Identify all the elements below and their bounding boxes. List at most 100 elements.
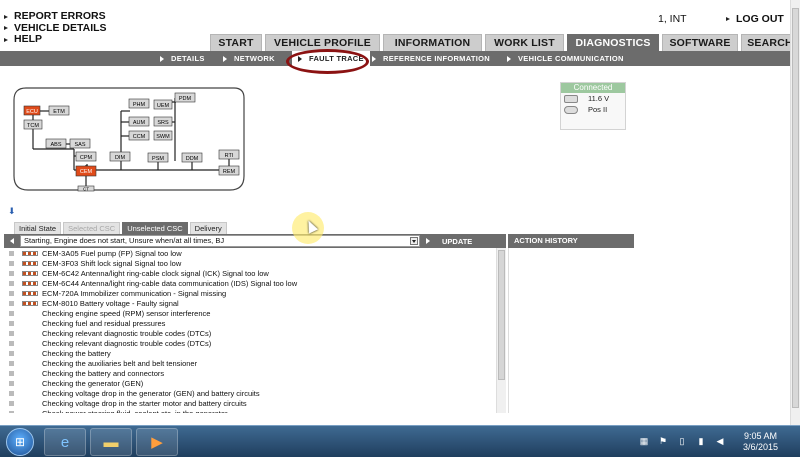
row-handle-icon[interactable] bbox=[9, 260, 14, 266]
list-item[interactable]: ECM-720A Immobilizer communication - Sig… bbox=[4, 288, 498, 298]
list-item-label: Checking fuel and residual pressures bbox=[42, 318, 166, 328]
module-dim-label: DIM bbox=[115, 155, 126, 161]
tab-unselected-csc[interactable]: Unselected CSC bbox=[122, 222, 188, 234]
list-item[interactable]: CEM-3F03 Shift lock signal Signal too lo… bbox=[4, 258, 498, 268]
list-item[interactable]: Checking the generator (GEN) bbox=[4, 378, 498, 388]
speaker-tray-icon[interactable]: ◀ bbox=[712, 434, 728, 448]
row-handle-icon[interactable] bbox=[9, 320, 14, 326]
arrow-icon bbox=[4, 26, 8, 31]
list-item-label: ECM-720A Immobilizer communication - Sig… bbox=[42, 288, 227, 298]
help-link[interactable]: HELP bbox=[4, 33, 107, 46]
row-handle-icon[interactable] bbox=[9, 340, 14, 346]
module-tcm-label: TCM bbox=[27, 123, 39, 129]
battery-row: 11.6 V bbox=[561, 93, 625, 104]
row-handle-icon[interactable] bbox=[9, 280, 14, 286]
logout-label: LOG OUT bbox=[736, 13, 784, 25]
row-handle-icon[interactable] bbox=[9, 380, 14, 386]
network-tray-icon[interactable]: ▦ bbox=[636, 434, 652, 448]
tab-selected-csc[interactable]: Selected CSC bbox=[63, 222, 121, 234]
list-item[interactable]: Checking voltage drop in the starter mot… bbox=[4, 398, 498, 408]
download-arrow-icon[interactable]: ⬇ bbox=[8, 206, 16, 217]
list-item[interactable]: CEM-6C44 Antenna/light ring-cable data c… bbox=[4, 278, 498, 288]
row-handle-icon[interactable] bbox=[9, 390, 14, 396]
flag-tray-icon[interactable]: ⚑ bbox=[655, 434, 671, 448]
clock-time: 9:05 AM bbox=[744, 431, 778, 441]
row-handle-icon[interactable] bbox=[9, 350, 14, 356]
list-item-label: Check power steering fluid, coolant etc.… bbox=[42, 408, 228, 414]
subtab-details-label: DETAILS bbox=[171, 54, 205, 63]
module-ecu-label: ECU bbox=[26, 109, 38, 115]
row-handle-icon[interactable] bbox=[9, 330, 14, 336]
list-item[interactable]: Checking the battery and connectors bbox=[4, 368, 498, 378]
list-item[interactable]: Checking fuel and residual pressures bbox=[4, 318, 498, 328]
row-handle-icon[interactable] bbox=[9, 250, 14, 256]
tab-start[interactable]: START bbox=[210, 34, 262, 51]
battery-icon bbox=[564, 94, 578, 103]
subtab-details[interactable]: DETAILS bbox=[160, 51, 205, 66]
tab-software[interactable]: SOFTWARE bbox=[662, 34, 738, 51]
logout-button[interactable]: LOG OUT bbox=[726, 13, 784, 25]
tab-information[interactable]: INFORMATION bbox=[383, 34, 482, 51]
tab-initial-state[interactable]: Initial State bbox=[14, 222, 62, 234]
list-item[interactable]: ECM-8010 Battery voltage - Faulty signal bbox=[4, 298, 498, 308]
subtab-vehicle-communication[interactable]: VEHICLE COMMUNICATION bbox=[507, 51, 624, 66]
subtab-network[interactable]: NETWORK bbox=[223, 51, 275, 66]
chevron-down-icon[interactable] bbox=[410, 237, 418, 245]
help-label: HELP bbox=[14, 33, 43, 45]
clock[interactable]: 9:05 AM 3/6/2015 bbox=[743, 431, 778, 453]
arrow-icon bbox=[507, 55, 511, 62]
list-item-label: Checking the auxiliaries belt and belt t… bbox=[42, 358, 198, 368]
sub-navigation: DETAILS NETWORK FAULT TRACE REFERENCE IN… bbox=[0, 51, 800, 66]
back-arrow-icon[interactable] bbox=[10, 238, 14, 244]
row-handle-icon[interactable] bbox=[9, 290, 14, 296]
taskbar: ⊞ e ▬ ▶ ▦ ⚑ ▯ ▮ ◀ 9:05 AM 3/6/2015 bbox=[0, 425, 800, 457]
internet-explorer-icon[interactable]: e bbox=[44, 428, 86, 456]
tab-diagnostics[interactable]: DIAGNOSTICS bbox=[567, 34, 659, 51]
list-item[interactable]: Checking engine speed (RPM) sensor inter… bbox=[4, 308, 498, 318]
battery-tray-icon[interactable]: ▮ bbox=[693, 434, 709, 448]
media-player-icon[interactable]: ▶ bbox=[136, 428, 178, 456]
file-explorer-icon[interactable]: ▬ bbox=[90, 428, 132, 456]
module-sas-label: SAS bbox=[74, 142, 85, 148]
list-scrollbar[interactable] bbox=[496, 248, 506, 413]
key-position: Pos II bbox=[588, 105, 608, 114]
module-aum-label: AUM bbox=[133, 120, 146, 126]
csc-tabs: Initial State Selected CSC Unselected CS… bbox=[14, 222, 229, 234]
list-item[interactable]: Checking the auxiliaries belt and belt t… bbox=[4, 358, 498, 368]
list-item-label: CEM-3F03 Shift lock signal Signal too lo… bbox=[42, 258, 182, 268]
list-item[interactable]: Checking voltage drop in the generator (… bbox=[4, 388, 498, 398]
list-item[interactable]: CEM-6C42 Antenna/light ring-cable clock … bbox=[4, 268, 498, 278]
symptom-bar: Starting, Engine does not start, Unsure … bbox=[4, 234, 506, 248]
row-handle-icon[interactable] bbox=[9, 410, 14, 413]
row-handle-icon[interactable] bbox=[9, 400, 14, 406]
list-item[interactable]: Check power steering fluid, coolant etc.… bbox=[4, 408, 498, 413]
arrow-icon bbox=[372, 55, 376, 62]
list-item[interactable]: Checking relevant diagnostic trouble cod… bbox=[4, 338, 498, 348]
clock-date: 3/6/2015 bbox=[743, 442, 779, 452]
list-item-label: CEM-6C42 Antenna/light ring-cable clock … bbox=[42, 268, 269, 278]
page-scrollbar-thumb[interactable] bbox=[792, 8, 799, 408]
subtab-reference-information[interactable]: REFERENCE INFORMATION bbox=[372, 51, 490, 66]
list-item[interactable]: Checking relevant diagnostic trouble cod… bbox=[4, 328, 498, 338]
update-label: UPDATE bbox=[442, 236, 473, 246]
windows-start-icon[interactable]: ⊞ bbox=[6, 428, 34, 456]
update-button[interactable]: UPDATE bbox=[426, 234, 472, 248]
row-handle-icon[interactable] bbox=[9, 360, 14, 366]
action-history-panel bbox=[508, 248, 634, 413]
row-handle-icon[interactable] bbox=[9, 370, 14, 376]
tab-delivery[interactable]: Delivery bbox=[189, 222, 227, 234]
row-handle-icon[interactable] bbox=[9, 270, 14, 276]
list-item[interactable]: CEM-3A05 Fuel pump (FP) Signal too low bbox=[4, 248, 498, 258]
report-errors-link[interactable]: REPORT ERRORS bbox=[4, 10, 107, 23]
tab-work-list[interactable]: WORK LIST bbox=[485, 34, 564, 51]
key-icon bbox=[564, 105, 578, 114]
symptom-select[interactable]: Starting, Engine does not start, Unsure … bbox=[20, 235, 420, 247]
page-scrollbar[interactable] bbox=[790, 0, 800, 425]
row-handle-icon[interactable] bbox=[9, 310, 14, 316]
list-item[interactable]: Checking the battery bbox=[4, 348, 498, 358]
device-tray-icon[interactable]: ▯ bbox=[674, 434, 690, 448]
list-scrollbar-thumb[interactable] bbox=[498, 250, 505, 380]
row-handle-icon[interactable] bbox=[9, 300, 14, 306]
module-ct-label: CT bbox=[83, 187, 89, 192]
module-etm-label: ETM bbox=[53, 109, 65, 115]
